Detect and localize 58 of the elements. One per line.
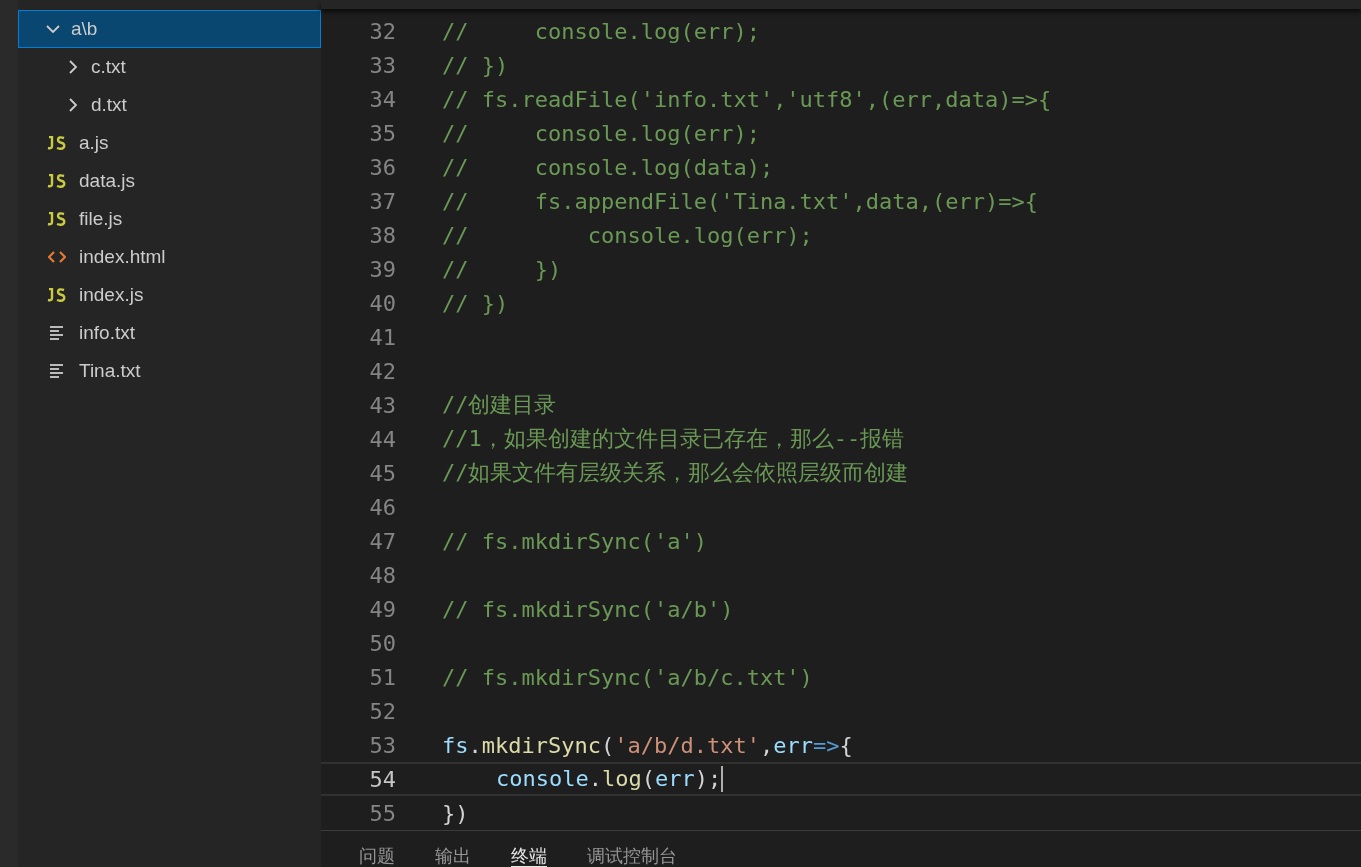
line-number: 45 <box>368 460 396 486</box>
file-item[interactable]: a.js <box>18 124 321 162</box>
code-line: // fs.mkdirSync('a') <box>442 528 707 554</box>
panel-tab[interactable]: 问题 <box>359 846 395 867</box>
line-number: 41 <box>368 324 396 350</box>
code-line: // console.log(err); <box>442 222 813 248</box>
line-number: 40 <box>368 290 396 316</box>
code-line: // console.log(err); <box>442 18 760 44</box>
panel-tab[interactable]: 调试控制台 <box>587 846 677 867</box>
folder-item[interactable]: d.txt <box>18 86 321 124</box>
code-line: //1，如果创建的文件目录已存在，那么--报错 <box>442 425 905 454</box>
line-number: 51 <box>368 664 396 690</box>
code-line: // fs.mkdirSync('a/b/c.txt') <box>442 664 813 690</box>
code-line: //创建目录 <box>442 391 557 420</box>
code-line: // console.log(data); <box>442 154 774 180</box>
panel-tab[interactable]: 终端 <box>511 846 547 867</box>
line-number: 39 <box>368 256 396 282</box>
code-line: // fs.readFile('info.txt','utf8',(err,data)=>{ <box>442 86 1052 112</box>
line-number: 32 <box>368 18 396 44</box>
code-line: // console.log(err); <box>442 120 760 146</box>
line-number: 49 <box>368 596 396 622</box>
code-line: }) <box>442 800 469 826</box>
file-item[interactable]: Tina.txt <box>18 352 321 390</box>
panel-tab[interactable]: 输出 <box>435 846 471 867</box>
code-line: // fs.mkdirSync('a/b') <box>442 596 734 622</box>
line-number: 54 <box>368 766 396 792</box>
line-number: 47 <box>368 528 396 554</box>
line-number: 33 <box>368 52 396 78</box>
code-line: // }) <box>442 256 562 282</box>
line-number: 50 <box>368 630 396 656</box>
line-number: 48 <box>368 562 396 588</box>
code-line: //如果文件有层级关系，那么会依照层级而创建 <box>442 459 909 488</box>
file-item[interactable]: index.js <box>18 276 321 314</box>
line-number: 46 <box>368 494 396 520</box>
file-item[interactable]: data.js <box>18 162 321 200</box>
line-number: 53 <box>368 732 396 758</box>
code-line: fs.mkdirSync('a/b/d.txt',err=>{ <box>442 732 853 758</box>
line-number: 52 <box>368 698 396 724</box>
line-number: 55 <box>368 800 396 826</box>
line-number: 43 <box>368 392 396 418</box>
code-line: // fs.appendFile('Tina.txt',data,(err)=>{ <box>442 188 1039 214</box>
folder-item[interactable]: c.txt <box>18 48 321 86</box>
code-line: // }) <box>442 52 509 78</box>
line-number: 44 <box>368 426 396 452</box>
line-number: 35 <box>368 120 396 146</box>
code-brackets-icon <box>45 250 69 264</box>
code-line: console.log(err); <box>495 766 724 793</box>
file-item[interactable]: info.txt <box>18 314 321 352</box>
line-number: 42 <box>368 358 396 384</box>
text-cursor <box>721 766 724 793</box>
folder-item[interactable]: a\b <box>18 10 321 48</box>
file-item[interactable]: file.js <box>18 200 321 238</box>
line-number: 37 <box>368 188 396 214</box>
file-item[interactable]: index.html <box>18 238 321 276</box>
line-number: 38 <box>368 222 396 248</box>
line-number: 34 <box>368 86 396 112</box>
code-line: // }) <box>442 290 509 316</box>
line-number: 36 <box>368 154 396 180</box>
